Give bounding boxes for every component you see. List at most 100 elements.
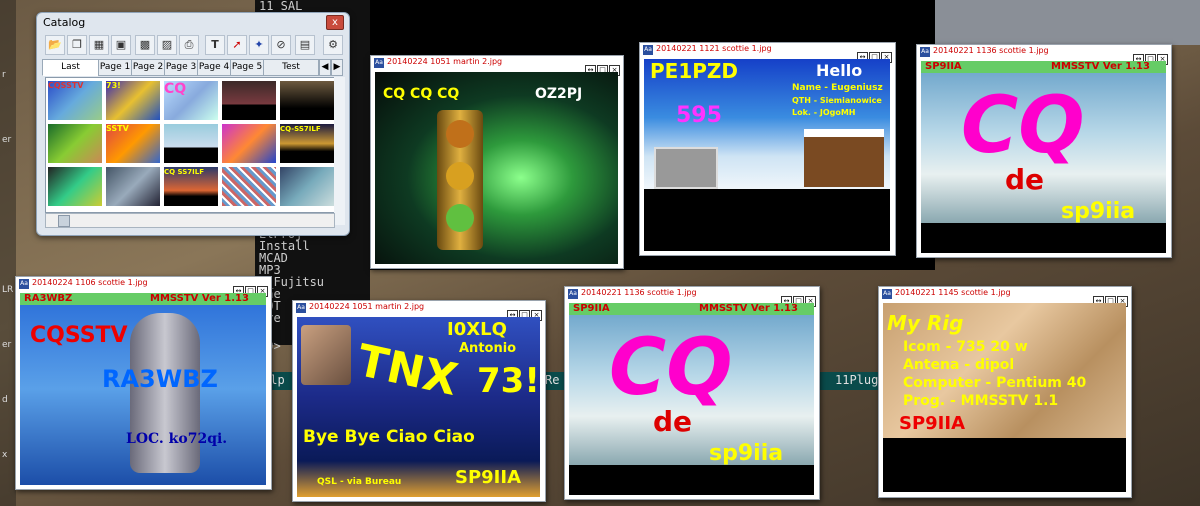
thumb-label: SSTV [106, 124, 129, 133]
tools-icon[interactable]: ✦ [249, 35, 269, 55]
thumbnail[interactable]: CQSSTV [48, 81, 102, 120]
edge-text: er [2, 135, 12, 145]
image-text: I0XLQ [447, 319, 507, 340]
window-title: Catalog [43, 16, 86, 29]
folder-open-icon[interactable]: 📂 [45, 35, 65, 55]
image-window[interactable]: Aa 20140224 1106 scottie 1.jpg ↔ □ × RA3WB… [15, 276, 272, 490]
sstv-image: SP9IIA MMSSTV Ver 1.13 CQ de sp9iia [569, 303, 814, 465]
image-window[interactable]: Aa 20140224 1051 martin 2.jpg ↔ □ × I0XLQ … [292, 300, 546, 502]
thumb-label: CQ [164, 81, 187, 97]
image-text: Prog. - MMSSTV 1.1 [903, 393, 1059, 409]
edge-text: x [2, 450, 8, 460]
thumbnail[interactable] [222, 81, 276, 120]
window-titlebar[interactable]: Aa 20140221 1136 scottie 1.jpg ↔ □ × [917, 45, 1171, 65]
tab-scroll-left[interactable]: ◀ [319, 59, 331, 76]
image-text: OZ2PJ [535, 86, 583, 102]
thumbnail[interactable] [222, 124, 276, 163]
image-window[interactable]: Aa 20140221 1136 scottie 1.jpg ↔ □ × SP9II… [564, 286, 820, 500]
thumbnail[interactable]: CQ-SS7ILF [280, 124, 334, 163]
task-item[interactable]: 11Plug [835, 373, 878, 387]
desktop-left-edge: r er LR er d x [0, 0, 16, 506]
tab-page-3[interactable]: Page 3 [164, 59, 198, 76]
thumbnail[interactable] [48, 167, 102, 206]
thumbnail[interactable]: CQ SS7ILF [164, 167, 218, 206]
edge-text: LR [2, 285, 14, 295]
print-icon[interactable]: ⎙ [179, 35, 199, 55]
cancel-icon[interactable]: ⊘ [271, 35, 291, 55]
paste-icon[interactable]: ▣ [111, 35, 131, 55]
window-titlebar[interactable]: Aa 20140224 1051 martin 2.jpg ↔ □ × [371, 56, 623, 76]
picture-icon[interactable]: ▩ [135, 35, 155, 55]
settings-icon[interactable]: ⚙ [323, 35, 343, 55]
image-text: MMSSTV Ver 1.13 [150, 293, 249, 304]
image-text: My Rig [887, 311, 964, 335]
thumbnail[interactable] [280, 81, 334, 120]
image-text: Antonio [459, 341, 517, 356]
thumbnail[interactable] [106, 167, 160, 206]
picture-alt-icon[interactable]: ▨ [157, 35, 177, 55]
image-text: Computer - Pentium 40 [903, 375, 1087, 391]
app-icon: Aa [374, 58, 384, 68]
sstv-image: CQ CQ CQ OZ2PJ [375, 72, 618, 264]
thumbnail[interactable] [280, 167, 334, 206]
image-window[interactable]: Aa 20140221 1136 scottie 1.jpg ↔ □ × SP9II… [916, 44, 1172, 258]
wolf-image [130, 313, 200, 473]
window-titlebar[interactable]: Aa 20140221 1145 scottie 1.jpg ↔ □ × [879, 287, 1131, 307]
horizontal-scrollbar[interactable] [45, 213, 335, 228]
image-text: SP9IIA [573, 303, 610, 314]
tab-last-received[interactable]: Last Received [42, 59, 99, 87]
window-title: 20140224 1051 martin 2.jpg [387, 57, 503, 66]
thumbnail[interactable] [164, 124, 218, 163]
image-text: RA3WBZ [102, 365, 218, 393]
window-title: 20140221 1136 scottie 1.jpg [933, 46, 1049, 55]
tab-test-pictures[interactable]: Test Pictures [263, 59, 319, 87]
image-window[interactable]: Aa 20140224 1051 martin 2.jpg ↔ □ × CQ CQ … [370, 55, 624, 269]
thumb-label: CQSSTV [48, 81, 84, 90]
image-text: CQ CQ CQ [383, 86, 460, 102]
pointer-icon[interactable]: ➚ [227, 35, 247, 55]
tab-page-4[interactable]: Page 4 [197, 59, 231, 76]
window-titlebar[interactable]: Aa 20140224 1106 scottie 1.jpg ↔ □ × [16, 277, 271, 297]
window-titlebar[interactable]: Aa 20140221 1121 scottie 1.jpg ↔ □ × [640, 43, 895, 63]
image-text: CQ [609, 323, 733, 413]
thumbnail-grid: CQSSTV 73! CQ SSTV CQ-SS7ILF CQ SS7ILF [45, 77, 335, 213]
window-titlebar[interactable]: Aa 20140224 1051 martin 2.jpg ↔ □ × [293, 301, 545, 321]
image-text: SP9IIA [899, 413, 966, 434]
image-text: MMSSTV Ver 1.13 [699, 303, 798, 314]
close-button[interactable]: x [326, 15, 344, 30]
window-title: 20140221 1145 scottie 1.jpg [895, 288, 1011, 297]
scroll-thumb[interactable] [58, 215, 70, 227]
operator-photo [301, 325, 351, 385]
image-text: CQ [961, 81, 1085, 171]
image-text: Icom - 735 20 w [903, 339, 1028, 355]
edge-text: er [2, 340, 12, 350]
image-window[interactable]: Aa 20140221 1121 scottie 1.jpg ↔ □ × PE1PZ… [639, 42, 896, 256]
thumb-label: CQ SS7ILF [164, 168, 205, 176]
tab-page-2[interactable]: Page 2 [131, 59, 165, 76]
text-tool-icon[interactable]: T [205, 35, 225, 55]
document-icon[interactable]: ▤ [295, 35, 315, 55]
thumbnail[interactable] [48, 124, 102, 163]
image-text: Antena - dipol [903, 357, 1015, 373]
app-icon: Aa [882, 289, 892, 299]
sstv-image: I0XLQ Antonio TNX 73! Bye Bye Ciao Ciao … [297, 317, 540, 497]
thumbnail[interactable]: 73! [106, 81, 160, 120]
task-item[interactable]: Re [545, 373, 559, 387]
vertical-scrollbar[interactable] [334, 77, 345, 225]
image-unreceived-area [569, 465, 814, 495]
window-titlebar[interactable]: Aa 20140221 1136 scottie 1.jpg ↔ □ × [565, 287, 819, 307]
thumbnail[interactable]: CQ [164, 81, 218, 120]
copy-icon[interactable]: ❐ [67, 35, 87, 55]
thumbnail[interactable] [222, 167, 276, 206]
image-text: de [653, 405, 693, 438]
app-icon: Aa [296, 303, 306, 313]
tab-scroll-right[interactable]: ▶ [331, 59, 343, 76]
image-icon[interactable]: ▦ [89, 35, 109, 55]
tab-page-5[interactable]: Page 5 [230, 59, 264, 76]
image-unreceived-area [644, 189, 890, 251]
thumbnail[interactable]: SSTV [106, 124, 160, 163]
thumb-label: 73! [106, 81, 121, 90]
sstv-image: RA3WBZ MMSSTV Ver 1.13 CQSSTV RA3WBZ LOC… [20, 293, 266, 485]
image-window[interactable]: Aa 20140221 1145 scottie 1.jpg ↔ □ × My Ri… [878, 286, 1132, 498]
tab-page-1[interactable]: Page 1 [98, 59, 132, 76]
